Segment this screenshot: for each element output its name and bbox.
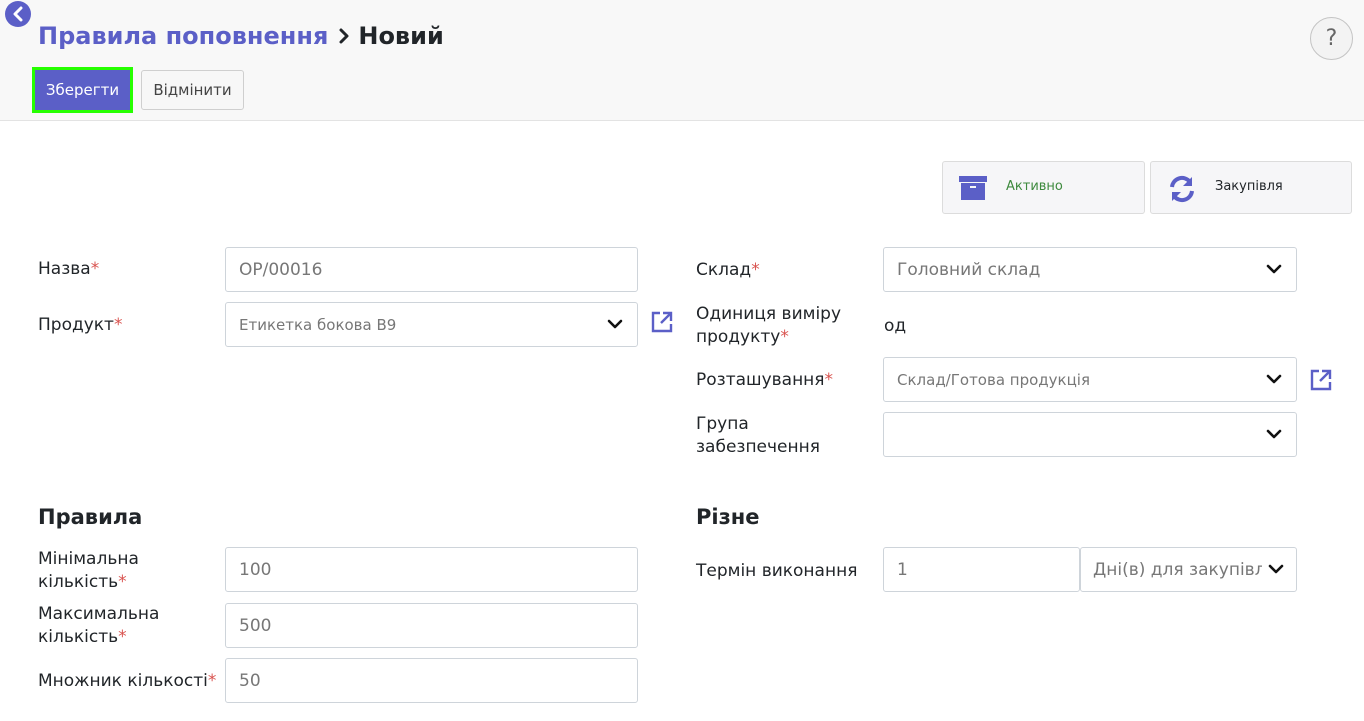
location-value: Склад/Готова продукція bbox=[897, 370, 1090, 389]
location-label: Розташування* bbox=[696, 370, 834, 390]
warehouse-value: Головний склад bbox=[897, 259, 1041, 280]
breadcrumb-current: Новий bbox=[358, 22, 444, 50]
required-marker: * bbox=[207, 671, 217, 691]
chevron-down-icon bbox=[1266, 374, 1282, 384]
lead-time-unit-select[interactable]: Дні(в) для закупівлі bbox=[1080, 547, 1297, 592]
required-marker: * bbox=[113, 315, 123, 335]
uom-label: Одиниця виміру продукту* bbox=[696, 304, 842, 347]
chevron-down-icon bbox=[1268, 564, 1284, 574]
required-marker: * bbox=[751, 260, 760, 280]
uom-value: од bbox=[884, 316, 907, 336]
breadcrumb-parent-link[interactable]: Правила поповнення bbox=[38, 22, 328, 50]
required-marker: * bbox=[118, 627, 127, 647]
chevron-left-icon bbox=[13, 6, 23, 22]
required-marker: * bbox=[824, 370, 834, 390]
procurement-group-label: Група забезпечення bbox=[696, 414, 820, 457]
min-qty-label: Мінімальна кількість* bbox=[38, 549, 139, 592]
warehouse-select[interactable]: Головний склад bbox=[883, 247, 1297, 292]
required-marker: * bbox=[118, 572, 127, 592]
product-select[interactable]: Етикетка бокова B9 bbox=[225, 302, 638, 347]
lead-time-label: Термін виконання bbox=[696, 561, 858, 581]
purchase-route-button[interactable]: Закупівля bbox=[1150, 161, 1352, 214]
required-marker: * bbox=[780, 327, 789, 347]
location-select[interactable]: Склад/Готова продукція bbox=[883, 357, 1297, 402]
rules-section-title: Правила bbox=[38, 505, 143, 529]
discard-button[interactable]: Відмінити bbox=[141, 70, 244, 110]
lead-time-input[interactable]: 1 bbox=[883, 547, 1080, 592]
chevron-right-icon bbox=[338, 27, 350, 45]
procurement-group-select[interactable] bbox=[883, 412, 1297, 457]
breadcrumb: Правила поповнення Новий bbox=[38, 22, 444, 50]
purchase-label: Закупівля bbox=[1215, 179, 1283, 194]
max-qty-label: Максимальна кількість* bbox=[38, 604, 160, 647]
product-value: Етикетка бокова B9 bbox=[239, 315, 397, 334]
save-button[interactable]: Зберегти bbox=[32, 67, 133, 113]
name-input[interactable]: OP/00016 bbox=[225, 247, 638, 292]
required-marker: * bbox=[90, 259, 100, 279]
external-link-icon[interactable] bbox=[650, 310, 674, 334]
chevron-down-icon bbox=[607, 319, 623, 329]
name-label: Назва* bbox=[38, 259, 100, 279]
active-label: Активно bbox=[1006, 179, 1063, 194]
min-qty-input[interactable]: 100 bbox=[225, 547, 638, 592]
refresh-icon bbox=[1167, 174, 1197, 208]
help-button[interactable]: ? bbox=[1310, 17, 1353, 60]
external-link-icon[interactable] bbox=[1309, 368, 1333, 392]
archive-icon bbox=[959, 174, 987, 206]
control-panel: Правила поповнення Новий ? Зберегти Відм… bbox=[0, 0, 1364, 121]
lead-time-unit-value: Дні(в) для закупівлі bbox=[1093, 559, 1262, 580]
qty-multiple-label: Множник кількості* bbox=[38, 671, 217, 691]
qty-multiple-input[interactable]: 50 bbox=[225, 658, 638, 703]
chevron-down-icon bbox=[1266, 264, 1282, 274]
back-button[interactable] bbox=[5, 1, 31, 27]
max-qty-input[interactable]: 500 bbox=[225, 603, 638, 648]
chevron-down-icon bbox=[1266, 429, 1282, 439]
misc-section-title: Різне bbox=[696, 505, 760, 529]
product-label: Продукт* bbox=[38, 315, 123, 335]
warehouse-label: Склад* bbox=[696, 260, 760, 280]
active-toggle-button[interactable]: Активно bbox=[942, 161, 1145, 214]
